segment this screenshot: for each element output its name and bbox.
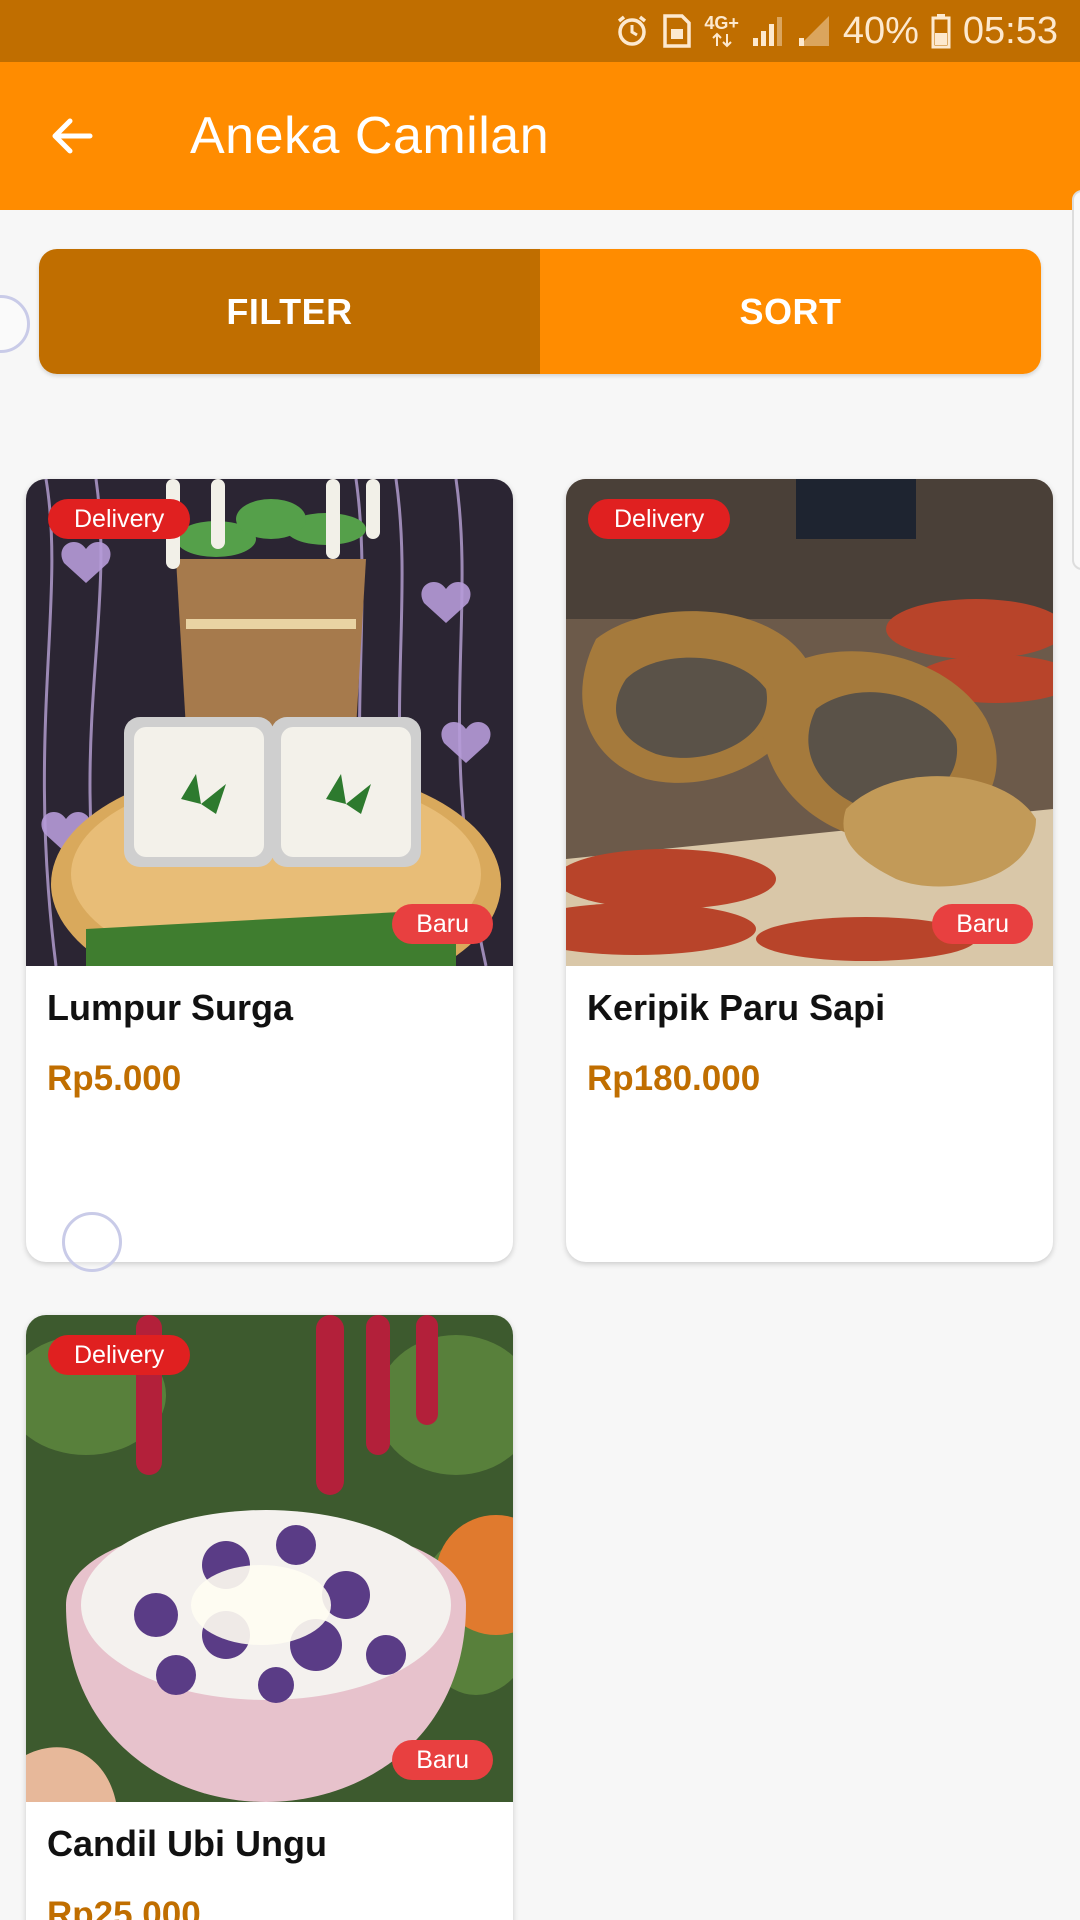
back-button[interactable] bbox=[40, 104, 104, 168]
battery-icon bbox=[931, 13, 951, 49]
new-badge: Baru bbox=[392, 1740, 493, 1780]
product-price: Rp180.000 bbox=[587, 1059, 761, 1098]
touch-indicator bbox=[0, 295, 30, 353]
product-name: Candil Ubi Ungu bbox=[47, 1823, 327, 1864]
arrow-left-icon bbox=[52, 118, 93, 154]
product-image: Delivery Baru bbox=[566, 479, 1053, 966]
product-image: Delivery Baru bbox=[26, 1315, 513, 1802]
product-name: Keripik Paru Sapi bbox=[587, 987, 886, 1028]
delivery-badge: Delivery bbox=[48, 499, 191, 539]
clock: 05:53 bbox=[962, 9, 1058, 52]
delivery-badge: Delivery bbox=[48, 1335, 191, 1375]
scroll-indicator bbox=[1072, 190, 1080, 570]
signal-icon bbox=[751, 14, 785, 48]
product-card[interactable]: Delivery Baru Candil Ubi Ungu Rp25.000 bbox=[26, 1315, 513, 1920]
new-badge: Baru bbox=[392, 904, 493, 944]
new-badge: Baru bbox=[932, 904, 1033, 944]
sort-button[interactable]: SORT bbox=[540, 249, 1041, 374]
product-image: Delivery Baru bbox=[26, 479, 513, 966]
alarm-icon bbox=[614, 13, 650, 49]
product-card[interactable]: Delivery Baru Lumpur Surga Rp5.000 bbox=[26, 479, 513, 1262]
filter-sort-toolbar: FILTER SORT bbox=[39, 249, 1041, 374]
sim-icon bbox=[662, 13, 692, 49]
delivery-badge: Delivery bbox=[588, 499, 731, 539]
signal-icon bbox=[797, 14, 831, 48]
product-price: Rp5.000 bbox=[47, 1059, 182, 1098]
product-card[interactable]: Delivery Baru Keripik Paru Sapi Rp180.00… bbox=[566, 479, 1053, 1262]
product-name: Lumpur Surga bbox=[47, 987, 294, 1028]
filter-button[interactable]: FILTER bbox=[39, 249, 540, 374]
battery-percent: 40% bbox=[842, 9, 919, 52]
network-4g-icon: 4G+ bbox=[704, 14, 739, 48]
app-bar: Aneka Camilan bbox=[0, 62, 1080, 210]
page-title: Aneka Camilan bbox=[190, 107, 550, 165]
product-price: Rp25.000 bbox=[47, 1895, 201, 1920]
touch-indicator bbox=[62, 1212, 122, 1272]
network-type-label: 4G+ bbox=[704, 13, 739, 33]
status-bar: 4G+ 40% 05:53 bbox=[0, 0, 1080, 62]
